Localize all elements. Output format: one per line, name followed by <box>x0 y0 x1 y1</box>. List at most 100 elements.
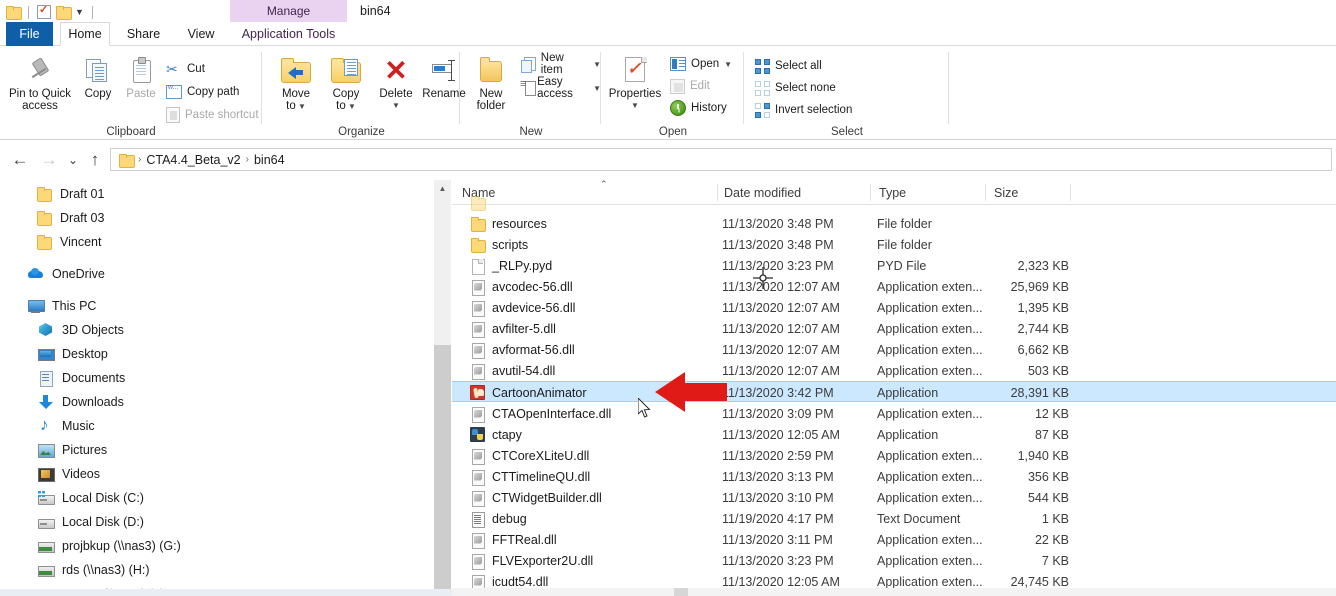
table-row[interactable]: avcodec-56.dll 11/13/2020 12:07 AM Appli… <box>452 276 1336 297</box>
qat-divider-2 <box>91 5 93 19</box>
table-row[interactable]: avutil-54.dll 11/13/2020 12:07 AM Applic… <box>452 360 1336 381</box>
paste-button[interactable]: Paste <box>120 54 162 100</box>
table-row[interactable]: FLVExporter2U.dll 11/13/2020 3:23 PM App… <box>452 550 1336 571</box>
forward-button[interactable]: → <box>38 149 60 171</box>
up-button[interactable]: ↑ <box>84 149 106 171</box>
table-row-selected[interactable]: CartoonAnimator 11/13/2020 3:42 PM Appli… <box>452 381 1336 402</box>
table-row[interactable]: avdevice-56.dll 11/13/2020 12:07 AM Appl… <box>452 297 1336 318</box>
dll-icon <box>470 342 485 359</box>
select-none-button[interactable]: Select none <box>755 78 836 98</box>
sidebar-item-this-pc[interactable]: This PC <box>28 294 96 318</box>
new-folder-icon[interactable] <box>56 6 72 20</box>
sidebar-item-draft-03[interactable]: Draft 03 <box>36 206 104 230</box>
cut-button[interactable]: ✂ Cut <box>166 59 205 79</box>
table-row[interactable]: _RLPy.pyd 11/13/2020 3:23 PM PYD File 2,… <box>452 255 1336 276</box>
open-button[interactable]: Open ▼ <box>670 54 732 74</box>
paste-shortcut-button[interactable]: Paste shortcut <box>166 105 259 125</box>
sidebar-item-downloads[interactable]: Downloads <box>38 390 124 414</box>
table-row[interactable]: avformat-56.dll 11/13/2020 12:07 AM Appl… <box>452 339 1336 360</box>
quick-access-toolbar[interactable]: ▼ <box>6 3 96 21</box>
chevron-down-icon[interactable]: ▼ <box>296 102 306 111</box>
table-row[interactable]: debug 11/19/2020 4:17 PM Text Document 1… <box>452 508 1336 529</box>
table-row[interactable]: resources 11/13/2020 3:48 PM File folder <box>452 213 1336 234</box>
history-button[interactable]: History <box>670 98 727 118</box>
group-label-clipboard: Clipboard <box>106 126 156 138</box>
sidebar-item-local-disk-d[interactable]: Local Disk (D:) <box>38 510 144 534</box>
new-folder-button[interactable]: New folder <box>466 54 516 112</box>
folder-icon[interactable] <box>6 6 22 20</box>
breadcrumb-item-1[interactable]: CTA4.4_Beta_v2 <box>146 153 240 167</box>
navigation-pane[interactable]: Draft 01 Draft 03 Vincent OneDrive This … <box>0 180 434 596</box>
move-to-label-line2-wrap: to ▼ <box>286 100 306 113</box>
tab-application-tools[interactable]: Application Tools <box>230 22 347 46</box>
move-to-button[interactable]: Move to ▼ <box>273 54 319 113</box>
copy-to-label-line2-wrap: to ▼ <box>336 100 356 113</box>
sidebar-item-vincent[interactable]: Vincent <box>36 230 101 254</box>
back-button[interactable]: ← <box>9 149 31 171</box>
copy-to-button[interactable]: Copy to ▼ <box>323 54 369 113</box>
move-to-icon <box>281 54 311 88</box>
folder-icon <box>470 216 486 232</box>
new-item-button[interactable]: New item ▼ <box>521 52 601 76</box>
contextual-tab-manage[interactable]: Manage <box>230 0 347 22</box>
open-label: Open <box>691 58 720 70</box>
file-name-cell: CTCoreXLiteU.dll <box>470 445 589 466</box>
sidebar-item-onedrive[interactable]: OneDrive <box>28 262 105 286</box>
file-list-horizontal-scrollbar[interactable] <box>452 588 1336 596</box>
scrollbar-thumb[interactable] <box>434 345 451 596</box>
table-row[interactable]: CTWidgetBuilder.dll 11/13/2020 3:10 PM A… <box>452 487 1336 508</box>
sidebar-item-draft-01[interactable]: Draft 01 <box>36 182 104 206</box>
properties-icon[interactable] <box>37 3 51 19</box>
group-divider <box>743 52 744 124</box>
sidebar-item-projbkup[interactable]: projbkup (\\nas3) (G:) <box>38 534 181 558</box>
file-list-pane[interactable]: Name ⌃ Date modified Type Size resources… <box>452 180 1336 596</box>
sidebar-item-pictures[interactable]: Pictures <box>38 438 107 462</box>
address-bar[interactable]: › CTA4.4_Beta_v2 › bin64 <box>110 148 1332 171</box>
chevron-down-icon[interactable]: ▼ <box>724 60 732 69</box>
sidebar-item-documents[interactable]: Documents <box>38 366 125 390</box>
copy-button[interactable]: Copy <box>78 54 118 100</box>
chevron-down-icon[interactable]: ▼ <box>346 102 356 111</box>
this-pc-icon <box>28 298 45 314</box>
sidebar-item-rds[interactable]: rds (\\nas3) (H:) <box>38 558 150 582</box>
tab-share[interactable]: Share <box>116 22 171 46</box>
sidebar-item-local-disk-c[interactable]: Local Disk (C:) <box>38 486 144 510</box>
invert-selection-button[interactable]: Invert selection <box>755 100 852 120</box>
navigation-pane-scrollbar[interactable]: ▲ <box>434 180 451 596</box>
easy-access-button[interactable]: Easy access ▼ <box>520 76 601 100</box>
copy-path-button[interactable]: Copy path <box>166 82 239 102</box>
scroll-up-icon[interactable]: ▲ <box>434 180 451 197</box>
chevron-down-icon[interactable]: ▼ <box>392 100 400 112</box>
chevron-down-icon[interactable]: ▼ <box>631 100 639 112</box>
table-row-partial[interactable] <box>452 192 1336 213</box>
table-row[interactable]: CTCoreXLiteU.dll 11/13/2020 2:59 PM Appl… <box>452 445 1336 466</box>
table-row[interactable]: CTTimelineQU.dll 11/13/2020 3:13 PM Appl… <box>452 466 1336 487</box>
properties-button[interactable]: ✓ Properties ▼ <box>604 54 666 112</box>
pin-to-quick-access-button[interactable]: Pin to Quick access <box>8 54 72 112</box>
tab-view[interactable]: View <box>175 22 227 46</box>
nav-pane-bottom-strip <box>0 589 452 596</box>
group-label-open: Open <box>658 126 688 138</box>
easy-access-icon <box>520 78 537 96</box>
sidebar-item-music[interactable]: Music <box>38 414 95 438</box>
sidebar-item-desktop[interactable]: Desktop <box>38 342 108 366</box>
chevron-down-icon[interactable]: ▼ <box>75 7 84 17</box>
edit-button[interactable]: Edit <box>670 76 710 96</box>
table-row[interactable]: scripts 11/13/2020 3:48 PM File folder <box>452 234 1336 255</box>
scrollbar-thumb[interactable] <box>674 588 688 596</box>
back-icon: ← <box>11 150 29 169</box>
table-row[interactable]: CTAOpenInterface.dll 11/13/2020 3:09 PM … <box>452 403 1336 424</box>
recent-locations-button[interactable]: ⌄ <box>62 149 84 171</box>
tab-home[interactable]: Home <box>60 22 110 46</box>
breadcrumb-item-2[interactable]: bin64 <box>254 153 285 167</box>
sidebar-item-3d-objects[interactable]: 3D Objects <box>38 318 124 342</box>
tab-file[interactable]: File <box>6 22 53 46</box>
sidebar-item-videos[interactable]: Videos <box>38 462 100 486</box>
group-label-organize: Organize <box>338 126 385 138</box>
table-row[interactable]: avfilter-5.dll 11/13/2020 12:07 AM Appli… <box>452 318 1336 339</box>
table-row[interactable]: ctapy 11/13/2020 12:05 AM Application 87… <box>452 424 1336 445</box>
table-row[interactable]: FFTReal.dll 11/13/2020 3:11 PM Applicati… <box>452 529 1336 550</box>
delete-button[interactable]: ✕ Delete ▼ <box>373 54 419 112</box>
select-all-button[interactable]: Select all <box>755 56 822 76</box>
group-divider <box>261 52 262 124</box>
